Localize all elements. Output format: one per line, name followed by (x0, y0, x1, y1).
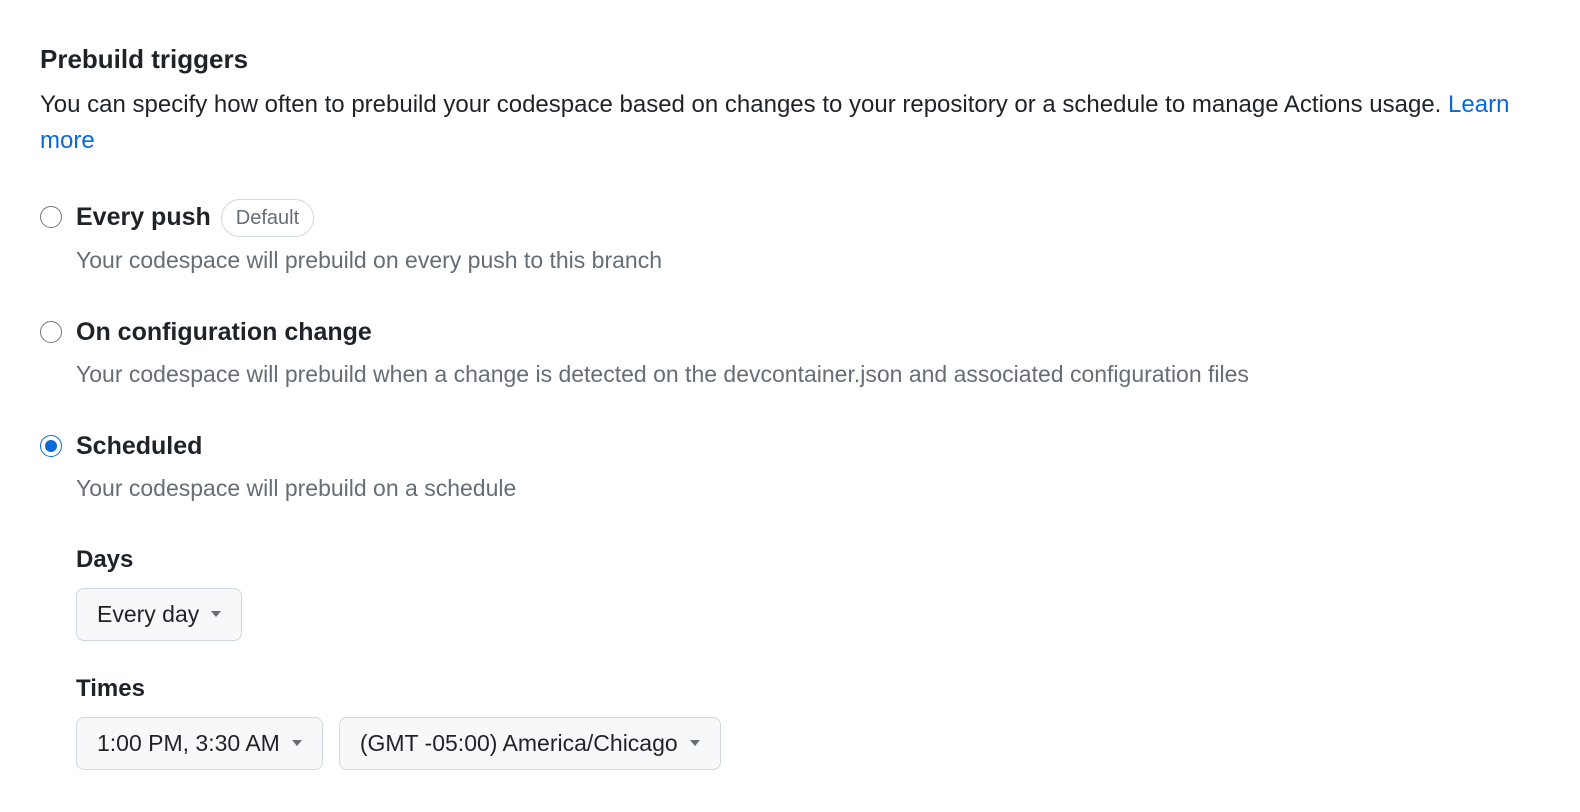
times-field-group: Times 1:00 PM, 3:30 AM (GMT -05:00) Amer… (76, 671, 1540, 770)
trigger-radio-group: Every push Default Your codespace will p… (40, 199, 1540, 770)
caret-down-icon (292, 740, 302, 746)
timezone-dropdown[interactable]: (GMT -05:00) America/Chicago (339, 717, 721, 770)
section-title: Prebuild triggers (40, 40, 1540, 79)
option-scheduled: Scheduled Your codespace will prebuild o… (40, 428, 1540, 770)
label-scheduled: Scheduled (76, 428, 202, 466)
caret-down-icon (211, 611, 221, 617)
days-dropdown[interactable]: Every day (76, 588, 242, 641)
times-dropdown-value: 1:00 PM, 3:30 AM (97, 730, 280, 757)
default-badge: Default (221, 199, 314, 237)
option-every-push: Every push Default Your codespace will p… (40, 199, 1540, 278)
schedule-fields: Days Every day Times 1:00 PM, 3: (76, 542, 1540, 770)
description-config-change: Your codespace will prebuild when a chan… (76, 357, 1540, 392)
days-dropdown-value: Every day (97, 601, 199, 628)
description-every-push: Your codespace will prebuild on every pu… (76, 243, 1540, 278)
option-config-change: On configuration change Your codespace w… (40, 314, 1540, 392)
description-text: You can specify how often to prebuild yo… (40, 91, 1448, 118)
caret-down-icon (690, 740, 700, 746)
description-scheduled: Your codespace will prebuild on a schedu… (76, 471, 1540, 506)
timezone-dropdown-value: (GMT -05:00) America/Chicago (360, 730, 678, 757)
label-config-change: On configuration change (76, 314, 372, 352)
prebuild-triggers-section: Prebuild triggers You can specify how of… (40, 40, 1540, 770)
radio-scheduled[interactable] (40, 435, 62, 457)
section-description: You can specify how often to prebuild yo… (40, 87, 1540, 159)
radio-config-change[interactable] (40, 321, 62, 343)
days-label: Days (76, 542, 1540, 578)
days-field-group: Days Every day (76, 542, 1540, 641)
label-every-push: Every push (76, 199, 211, 237)
times-label: Times (76, 671, 1540, 707)
radio-every-push[interactable] (40, 206, 62, 228)
times-dropdown[interactable]: 1:00 PM, 3:30 AM (76, 717, 323, 770)
